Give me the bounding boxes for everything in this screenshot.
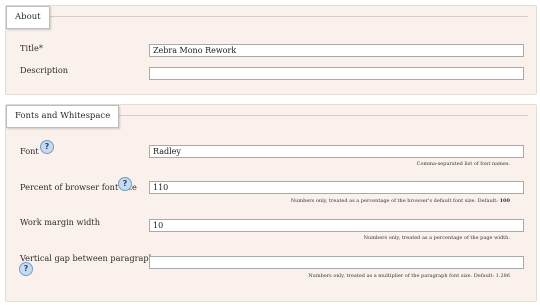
font-size-input[interactable]: 110 [149, 181, 524, 194]
font-label: Font [20, 146, 39, 156]
font-input[interactable]: Radley [149, 145, 524, 158]
paragraph-gap-label: Vertical gap between paragraphs [20, 253, 159, 263]
title-input[interactable]: Zebra Mono Rework [149, 44, 524, 57]
about-legend-rule [49, 16, 528, 17]
about-legend: About [6, 6, 50, 29]
margin-input[interactable]: 10 [149, 219, 524, 232]
font-help-text: Comma-separated list of font names. [416, 161, 510, 167]
fonts-legend-rule [103, 115, 528, 116]
margin-help-text: Numbers only, treated as a percentage of… [363, 235, 510, 241]
question-circle-icon[interactable]: ? [19, 262, 33, 276]
question-circle-icon[interactable]: ? [40, 140, 54, 154]
about-section: About Title* Zebra Mono Rework Descripti… [5, 5, 537, 95]
question-circle-icon[interactable]: ? [118, 177, 132, 191]
title-label: Title* [20, 43, 43, 53]
description-input[interactable] [149, 67, 524, 80]
font-size-help-text: Numbers only, treated as a percentage of… [291, 198, 510, 204]
description-label: Description [20, 65, 69, 75]
margin-label: Work margin width [20, 217, 100, 227]
fonts-legend: Fonts and Whitespace [6, 105, 120, 128]
font-size-help-body: Numbers only, treated as a percentage of… [290, 198, 500, 204]
paragraph-gap-help-text: Numbers only, treated as a multiplier of… [308, 273, 510, 279]
paragraph-gap-input[interactable] [149, 256, 524, 269]
fonts-section: Fonts and Whitespace Font ? Radley Comma… [5, 104, 537, 302]
font-size-help-default: 100 [499, 198, 510, 204]
